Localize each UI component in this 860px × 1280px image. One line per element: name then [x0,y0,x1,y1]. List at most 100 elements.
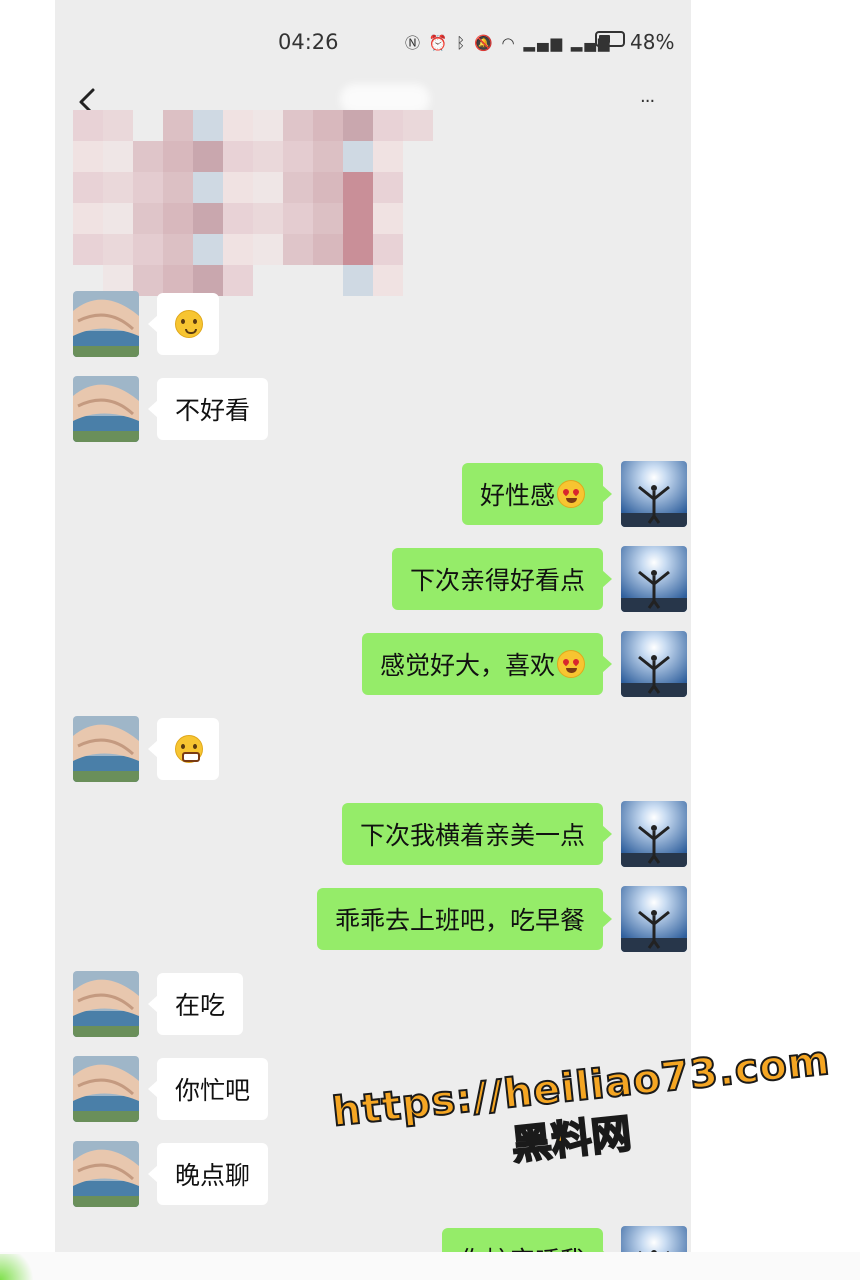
mosaic-pixel [193,203,223,234]
mosaic-pixel [193,172,223,203]
mosaic-pixel [253,172,283,203]
mosaic-pixel [313,110,343,141]
my-avatar[interactable] [621,461,687,527]
outgoing-message[interactable]: 乖乖去上班吧，吃早餐 [316,888,613,950]
mosaic-pixel [103,110,133,141]
message-text: 你忙吧 [175,1076,251,1105]
grimacing-face-icon [175,735,203,763]
my-avatar[interactable] [621,801,687,867]
mosaic-pixel [163,141,193,172]
mosaic-pixel [73,203,103,234]
mosaic-pixel [193,265,223,296]
mosaic-pixel [223,265,253,296]
mosaic-pixel [253,265,283,296]
contact-avatar[interactable] [73,971,139,1037]
mosaic-pixel [343,110,373,141]
mosaic-pixel [103,141,133,172]
my-avatar[interactable] [621,631,687,697]
mosaic-pixel [343,265,373,296]
mosaic-pixel [403,141,433,172]
battery-icon [595,31,625,47]
message-text: 感觉好大，喜欢 [379,651,555,680]
mosaic-pixel [343,172,373,203]
mosaic-pixel [133,110,163,141]
more-icon[interactable]: ··· [640,93,655,111]
incoming-message[interactable]: 你忙吧 [147,1058,269,1120]
mosaic-pixel [163,234,193,265]
signal-icon: ▂▄▆ [523,34,565,52]
message-text: 在吃 [175,991,226,1020]
message-text: 下次亲得好看点 [409,566,585,595]
status-icons: Ⓝ ⏰ ᛒ 🔕 ◠ ▂▄▆ ▂▄▆ [405,32,611,53]
bottom-edge [0,1252,860,1280]
censored-image-message[interactable] [73,110,433,300]
mosaic-pixel [133,234,163,265]
mosaic-pixel [283,141,313,172]
battery-percent: 48% [630,30,675,54]
mosaic-pixel [373,110,403,141]
mosaic-pixel [253,203,283,234]
mute-icon: 🔕 [474,34,495,52]
message-text: 好性感 [479,481,555,510]
outgoing-message[interactable]: 下次我横着亲美一点 [341,803,613,865]
message-text: 晚点聊 [175,1161,251,1190]
mosaic-pixel [373,265,403,296]
contact-avatar[interactable] [73,716,139,782]
my-avatar[interactable] [621,886,687,952]
mosaic-pixel [193,234,223,265]
heart-eyes-face-icon [557,650,585,678]
incoming-message[interactable]: 在吃 [147,973,244,1035]
alarm-icon: ⏰ [428,34,450,52]
mosaic-pixel [283,172,313,203]
incoming-message[interactable] [148,718,219,780]
mosaic-pixel [163,172,193,203]
message-text: 下次我横着亲美一点 [359,821,585,850]
mosaic-pixel [403,234,433,265]
mosaic-pixel [223,234,253,265]
status-time: 04:26 [278,30,339,54]
mosaic-pixel [373,203,403,234]
contact-avatar[interactable] [73,1141,139,1207]
mosaic-pixel [403,265,433,296]
incoming-message[interactable]: 晚点聊 [147,1143,269,1205]
my-avatar[interactable] [621,546,687,612]
mosaic-pixel [313,234,343,265]
mosaic-pixel [283,234,313,265]
bottom-corner-glow [0,1254,40,1280]
mosaic-pixel [373,172,403,203]
mosaic-pixel [73,172,103,203]
mosaic-pixel [73,141,103,172]
outgoing-message[interactable]: 好性感 [461,463,613,525]
mosaic-pixel [103,172,133,203]
contact-avatar[interactable] [73,1056,139,1122]
outgoing-message[interactable]: 感觉好大，喜欢 [361,633,613,695]
outgoing-message[interactable]: 下次亲得好看点 [391,548,613,610]
contact-avatar[interactable] [73,291,139,357]
mosaic-pixel [283,110,313,141]
mosaic-pixel [343,203,373,234]
mosaic-pixel [193,141,223,172]
mosaic-pixel [133,172,163,203]
nfc-icon: Ⓝ [405,34,423,52]
mosaic-pixel [223,141,253,172]
bluetooth-icon: ᛒ [456,34,468,52]
mosaic-pixel [313,141,343,172]
incoming-message[interactable] [148,293,219,355]
mosaic-pixel [223,172,253,203]
mosaic-pixel [193,110,223,141]
battery-level [599,35,610,43]
incoming-message[interactable]: 不好看 [147,378,269,440]
mosaic-pixel [283,265,313,296]
mosaic-pixel [103,234,133,265]
heart-eyes-face-icon [557,480,585,508]
mosaic-pixel [103,203,133,234]
mosaic-pixel [253,110,283,141]
contact-avatar[interactable] [73,376,139,442]
status-bar: 04:26 Ⓝ ⏰ ᛒ 🔕 ◠ ▂▄▆ ▂▄▆ 48% [55,20,691,60]
message-text: 不好看 [175,396,251,425]
mosaic-pixel [223,203,253,234]
mosaic-pixel [163,110,193,141]
mosaic-pixel [403,203,433,234]
mosaic-pixel [73,110,103,141]
mosaic-pixel [73,234,103,265]
